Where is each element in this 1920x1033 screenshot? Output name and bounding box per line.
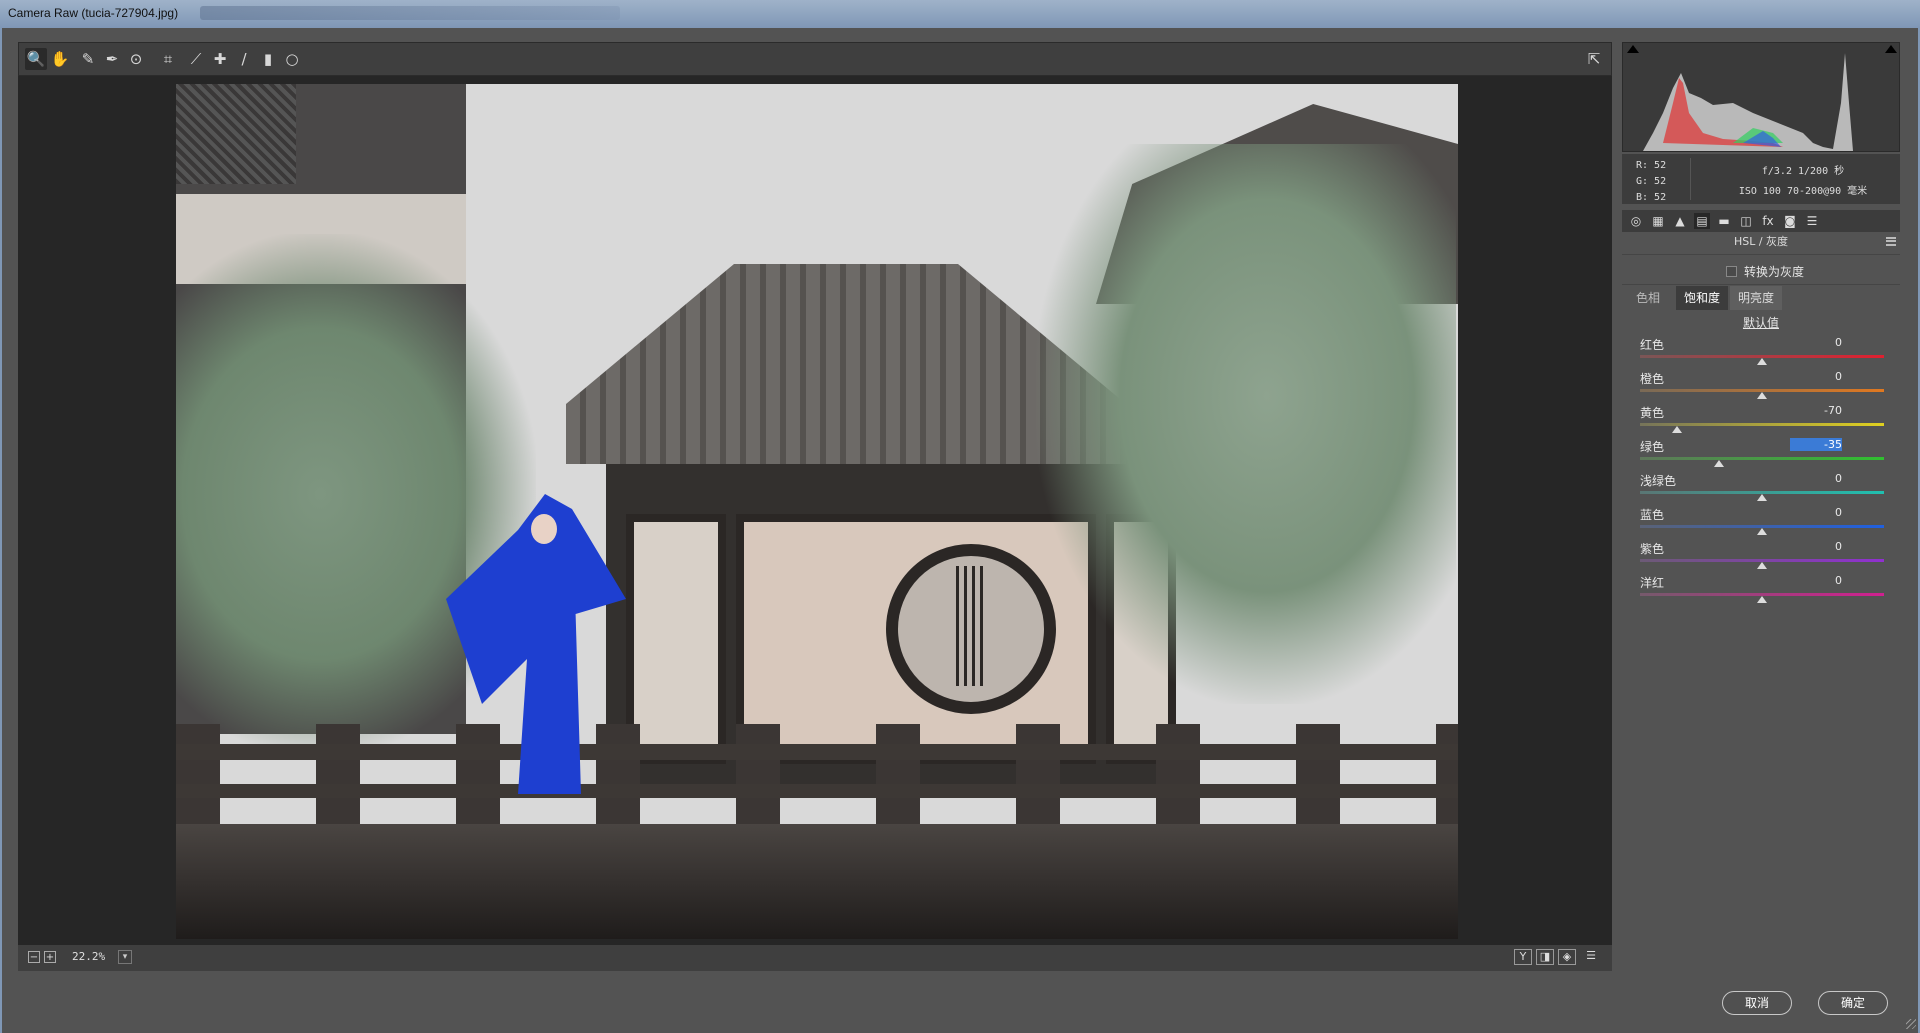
slider-thumb[interactable] — [1757, 392, 1767, 399]
panel-tab-split-toning-icon[interactable]: ▬ — [1716, 213, 1732, 229]
slider-value[interactable]: -35 — [1790, 438, 1842, 451]
panel-tabs: ◎ ▦ ▲ ▤ ▬ ◫ fx ◙ ☰ — [1622, 210, 1900, 232]
histogram — [1622, 42, 1900, 152]
adjustment-brush-tool-icon[interactable]: / — [233, 48, 255, 70]
slider-value[interactable]: 0 — [1790, 336, 1842, 349]
g-value: G: 52 — [1636, 176, 1667, 187]
title-bar: Camera Raw (tucia-727904.jpg) — [0, 0, 1920, 28]
window-title: Camera Raw (tucia-727904.jpg) — [8, 6, 179, 20]
slider-value[interactable]: -70 — [1790, 404, 1842, 417]
defaults-link[interactable]: 默认值 — [1622, 314, 1900, 331]
resize-grip-icon[interactable] — [1906, 1019, 1916, 1029]
crop-tool-icon[interactable]: ⌗ — [157, 48, 179, 70]
hsl-subtabs: 色相 饱和度 明亮度 — [1622, 286, 1900, 310]
slider-thumb[interactable] — [1714, 460, 1725, 467]
slider-thumb[interactable] — [1757, 358, 1767, 365]
panel-menu-icon[interactable] — [1886, 237, 1896, 246]
view-mode-button[interactable]: Y — [1514, 949, 1532, 965]
slider-row: 紫色 0 — [1640, 540, 1890, 570]
b-value: B: 52 — [1636, 192, 1667, 203]
zoom-dropdown[interactable]: ▾ — [118, 950, 132, 964]
slider-row: 黄色 -70 — [1640, 404, 1890, 434]
zoom-tool-icon[interactable]: 🔍 — [25, 48, 47, 70]
preview-settings-icon[interactable]: ☰ — [1582, 949, 1600, 965]
straighten-tool-icon[interactable]: ⟋ — [185, 48, 207, 70]
panel-tab-detail-icon[interactable]: ▲ — [1672, 213, 1688, 229]
slider-row: 洋红 0 — [1640, 574, 1890, 604]
right-panel: R: 52 G: 52 B: 52 f/3.2 1/200 秒 ISO 100 … — [1622, 42, 1900, 971]
info-readout: R: 52 G: 52 B: 52 f/3.2 1/200 秒 ISO 100 … — [1622, 154, 1900, 204]
r-value: R: 52 — [1636, 160, 1667, 171]
slider-value[interactable]: 0 — [1790, 540, 1842, 553]
panel-tab-tone-curve-icon[interactable]: ▦ — [1650, 213, 1666, 229]
slider-thumb[interactable] — [1757, 596, 1767, 603]
tab-saturation[interactable]: 饱和度 — [1676, 286, 1728, 310]
cancel-button[interactable]: 取消 — [1722, 991, 1792, 1015]
tab-luminance[interactable]: 明亮度 — [1730, 286, 1782, 310]
zoom-out-button[interactable]: − — [28, 951, 40, 963]
status-bar: − + 22.2% ▾ Y ◨ ◈ ☰ — [18, 945, 1612, 971]
slider-thumb[interactable] — [1757, 528, 1767, 535]
camera-exposure: f/3.2 1/200 秒 — [1761, 166, 1845, 177]
convert-grayscale-label: 转换为灰度 — [1744, 265, 1805, 279]
graduated-filter-tool-icon[interactable]: ▮ — [257, 48, 279, 70]
histogram-graph — [1643, 53, 1853, 151]
export-icon[interactable]: ⇱ — [1583, 48, 1605, 70]
zoom-level: 22.2% — [72, 950, 106, 963]
slider-row: 浅绿色 0 — [1640, 472, 1890, 502]
camera-lens: ISO 100 70-200@90 毫米 — [1738, 186, 1868, 197]
slider-value[interactable]: 0 — [1790, 506, 1842, 519]
image-viewer[interactable] — [18, 76, 1612, 945]
white-balance-tool-icon[interactable]: ✎ — [77, 48, 99, 70]
slider-row: 红色 0 — [1640, 336, 1890, 366]
hand-tool-icon[interactable]: ✋ — [49, 48, 71, 70]
slider-row: 蓝色 0 — [1640, 506, 1890, 536]
slider-track[interactable] — [1640, 457, 1884, 460]
slider-value[interactable]: 0 — [1790, 370, 1842, 383]
slider-label: 紫色 — [1640, 542, 1665, 556]
convert-grayscale-checkbox[interactable] — [1726, 266, 1737, 277]
radial-filter-tool-icon[interactable]: ○ — [281, 48, 303, 70]
slider-thumb[interactable] — [1757, 494, 1767, 501]
section-title: HSL / 灰度 — [1733, 235, 1789, 248]
panel-tab-hsl-icon[interactable]: ▤ — [1694, 213, 1710, 229]
tab-hue[interactable]: 色相 — [1622, 286, 1674, 310]
slider-thumb[interactable] — [1671, 426, 1682, 433]
slider-label: 洋红 — [1640, 576, 1665, 590]
panel-tab-effects-icon[interactable]: fx — [1760, 213, 1776, 229]
toolbar: ⇱ 🔍 ✋ ✎ ✒ ⊙ ⌗ ⟋ ✚ / ▮ ○ — [18, 42, 1612, 76]
panel-tab-camera-calibration-icon[interactable]: ◙ — [1782, 213, 1798, 229]
swap-button[interactable]: ◨ — [1536, 949, 1554, 965]
slider-thumb[interactable] — [1757, 562, 1767, 569]
slider-label: 蓝色 — [1640, 508, 1665, 522]
preview-image — [176, 84, 1458, 939]
panel-tab-basic-icon[interactable]: ◎ — [1628, 213, 1644, 229]
slider-label: 橙色 — [1640, 372, 1665, 386]
slider-label: 黄色 — [1640, 406, 1665, 420]
zoom-in-button[interactable]: + — [44, 951, 56, 963]
slider-label: 浅绿色 — [1640, 474, 1677, 488]
spot-removal-tool-icon[interactable]: ✚ — [209, 48, 231, 70]
copy-settings-button[interactable]: ◈ — [1558, 949, 1576, 965]
ok-button[interactable]: 确定 — [1818, 991, 1888, 1015]
slider-row: 橙色 0 — [1640, 370, 1890, 400]
slider-label: 绿色 — [1640, 440, 1665, 454]
slider-value[interactable]: 0 — [1790, 472, 1842, 485]
slider-row: 绿色 -35 — [1640, 438, 1890, 468]
title-bar-blur — [200, 6, 620, 20]
targeted-adjustment-tool-icon[interactable]: ⊙ — [125, 48, 147, 70]
slider-label: 红色 — [1640, 338, 1665, 352]
panel-tab-presets-icon[interactable]: ☰ — [1804, 213, 1820, 229]
color-sampler-tool-icon[interactable]: ✒ — [101, 48, 123, 70]
panel-tab-lens-corrections-icon[interactable]: ◫ — [1738, 213, 1754, 229]
slider-value[interactable]: 0 — [1790, 574, 1842, 587]
